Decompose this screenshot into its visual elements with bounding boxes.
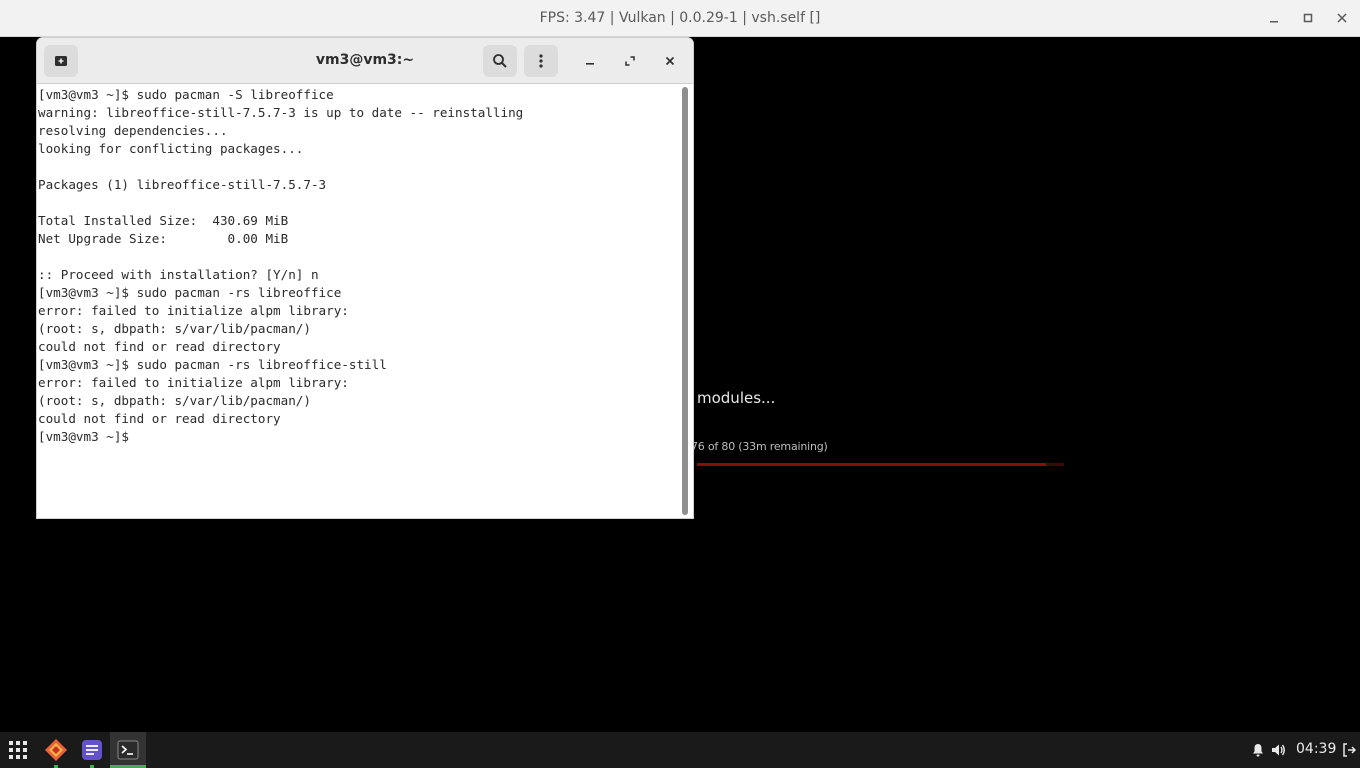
taskbar-app-terminal[interactable] [110,732,146,768]
terminal-line: [vm3@vm3 ~]$ [38,429,137,444]
terminal-line: :: Proceed with installation? [Y/n] n [38,267,319,282]
terminal-scrollbar[interactable] [681,86,690,516]
terminal-line: [vm3@vm3 ~]$ sudo pacman -rs libreoffice… [38,357,387,372]
close-button[interactable] [1332,8,1352,28]
progress-bar-fill [697,463,1046,466]
terminal-line: looking for conflicting packages... [38,141,304,156]
terminal-line: (root: s, dbpath: s/var/lib/pacman/) [38,321,311,336]
minimize-icon [586,63,594,65]
terminal-line: [vm3@vm3 ~]$ sudo pacman -S libreoffice [38,87,334,102]
emulator-title: FPS: 3.47 | Vulkan | 0.0.29-1 | vsh.self… [539,10,821,26]
terminal-line: error: failed to initialize alpm library… [38,303,349,318]
logout-icon [1343,743,1356,757]
volume-icon [1272,744,1285,756]
close-icon [665,56,675,66]
terminal-maximize-button[interactable] [619,50,641,72]
terminal-line: error: failed to initialize alpm library… [38,375,349,390]
terminal-line: Net Upgrade Size: 0.00 MiB [38,231,289,246]
expand-icon [625,56,635,66]
maximize-icon [1303,13,1313,23]
terminal-close-button[interactable] [659,50,681,72]
progress-bar [697,463,1064,466]
terminal-line: could not find or read directory [38,411,281,426]
terminal-icon [117,740,139,760]
terminal-output[interactable]: [vm3@vm3 ~]$ sudo pacman -S libreoffice w… [38,86,678,516]
terminal-line: could not find or read directory [38,339,281,354]
maximize-button[interactable] [1298,8,1318,28]
loading-status-text: modules... [697,389,776,407]
kebab-menu-icon [539,54,543,68]
scrollbar-thumb[interactable] [682,87,688,515]
menu-button[interactable] [524,45,558,77]
terminal-minimize-button[interactable] [579,50,601,72]
emulator-titlebar: FPS: 3.47 | Vulkan | 0.0.29-1 | vsh.self… [0,0,1360,37]
app-grid-button[interactable] [0,732,36,768]
minimize-icon [1270,21,1278,23]
clock[interactable]: 04:39 [1296,741,1336,757]
terminal-window[interactable]: vm3@vm3:~ [vm3@vm3 ~]$ sudo pacman -S li… [37,38,693,518]
terminal-line: [vm3@vm3 ~]$ sudo pacman -rs libreoffice [38,285,342,300]
terminal-line: Total Installed Size: 430.69 MiB [38,213,289,228]
logout-button[interactable] [1341,742,1357,758]
search-icon [493,54,507,68]
bell-icon [1253,744,1263,757]
terminal-headerbar[interactable]: vm3@vm3:~ [37,38,693,84]
terminal-line: warning: libreoffice-still-7.5.7-3 is up… [38,105,524,120]
progress-status-text: 76 of 80 (33m remaining) [691,440,828,453]
terminal-line: Packages (1) libreoffice-still-7.5.7-3 [38,177,327,192]
notifications-button[interactable] [1250,742,1266,758]
close-icon [1337,13,1347,23]
terminal-line: resolving dependencies... [38,123,228,138]
taskbar-app-rpcs3[interactable] [38,732,74,768]
terminal-line: (root: s, dbpath: s/var/lib/pacman/) [38,393,311,408]
minimize-button[interactable] [1264,8,1284,28]
text-editor-icon [82,740,102,760]
taskbar-app-text-editor[interactable] [74,732,110,768]
app-grid-icon [9,741,27,759]
taskbar: 04:39 [0,732,1360,768]
rpcs3-icon [45,739,67,761]
search-button[interactable] [483,45,517,77]
volume-button[interactable] [1270,742,1286,758]
